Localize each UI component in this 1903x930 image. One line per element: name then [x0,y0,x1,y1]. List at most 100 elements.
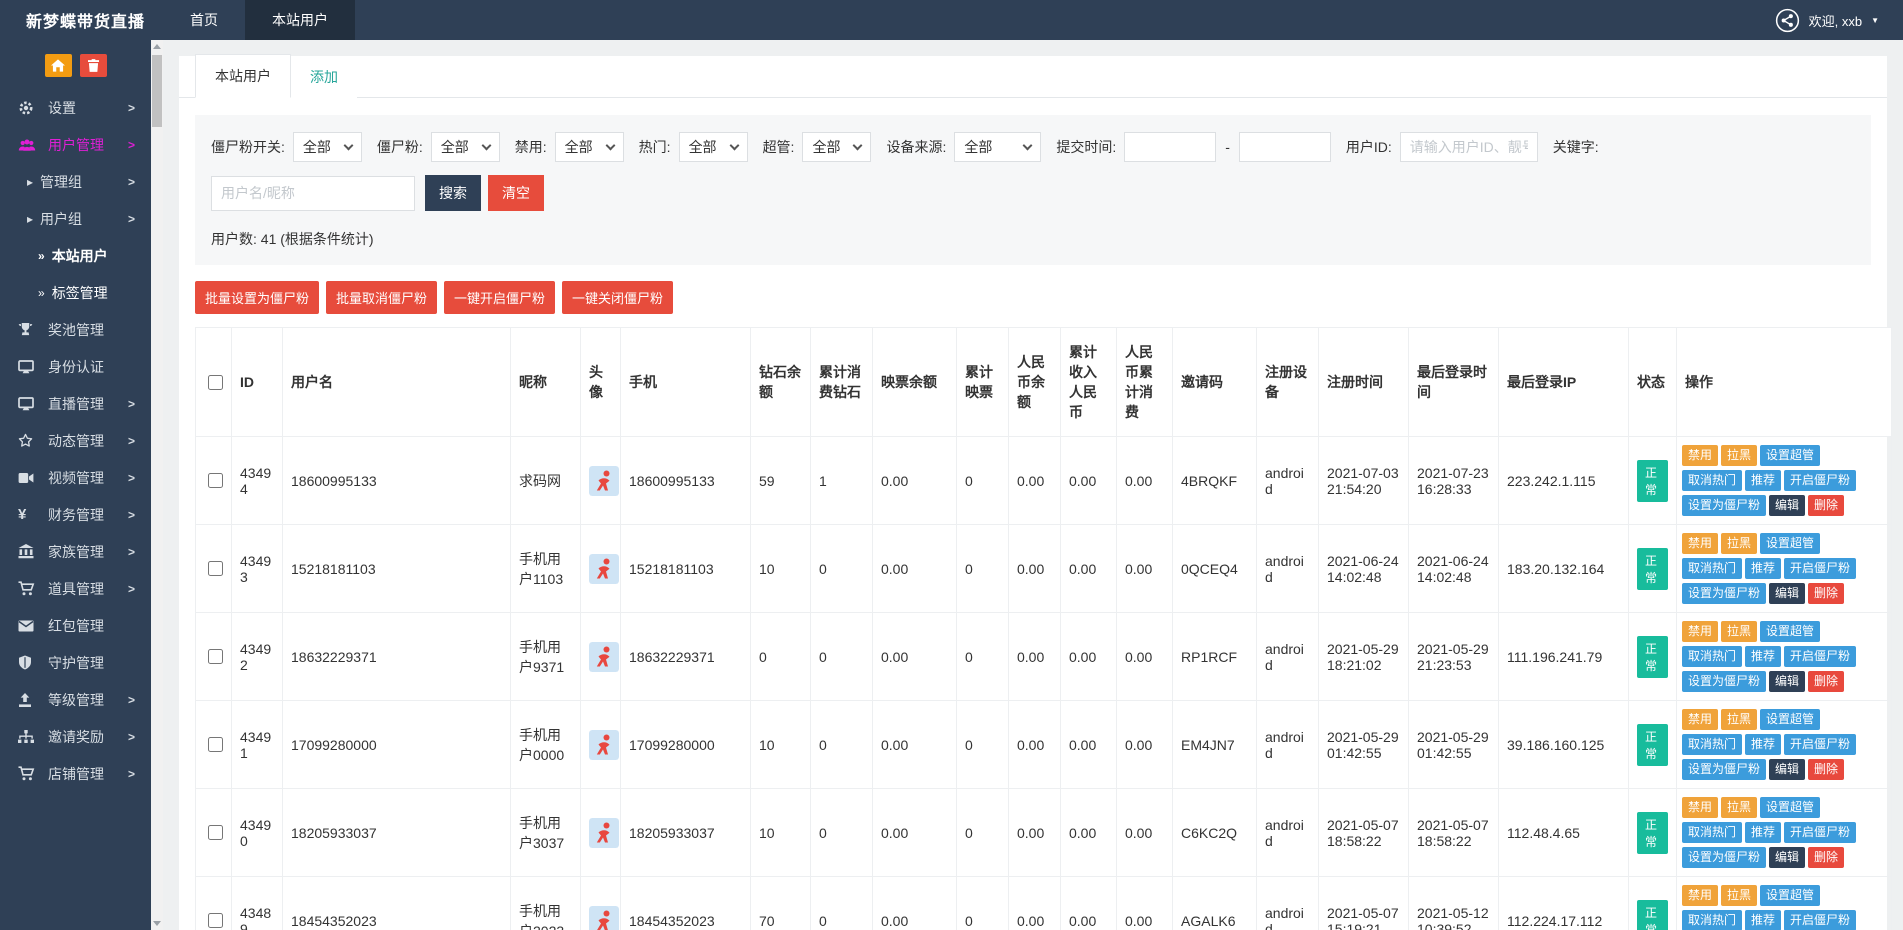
blacklist-button[interactable]: 拉黑 [1721,621,1757,642]
sidebar-item-video-management[interactable]: 视频管理> [0,459,151,496]
set-super-admin-button[interactable]: 设置超管 [1760,885,1820,906]
select-all-checkbox[interactable] [208,375,223,390]
sidebar-item-guardian-management[interactable]: 守护管理 [0,644,151,681]
blacklist-button[interactable]: 拉黑 [1721,885,1757,906]
sidebar-item-identity-verification[interactable]: 身份认证 [0,348,151,385]
cancel-hot-button[interactable]: 取消热门 [1682,822,1742,843]
row-checkbox[interactable] [208,473,223,488]
recommend-button[interactable]: 推荐 [1745,822,1781,843]
recommend-button[interactable]: 推荐 [1745,470,1781,491]
cancel-hot-button[interactable]: 取消热门 [1682,646,1742,667]
recommend-button[interactable]: 推荐 [1745,646,1781,667]
sidebar-item-level-management[interactable]: 等级管理> [0,681,151,718]
delete-button[interactable]: 删除 [1808,671,1844,692]
cancel-hot-button[interactable]: 取消热门 [1682,558,1742,579]
scroll-up-arrow-icon[interactable] [151,40,163,53]
set-zombie-fan-button[interactable]: 设置为僵尸粉 [1682,583,1766,604]
sidebar-item-user-group[interactable]: ▸用户组> [0,200,151,237]
set-zombie-fan-button[interactable]: 设置为僵尸粉 [1682,495,1766,516]
set-super-admin-button[interactable]: 设置超管 [1760,797,1820,818]
edit-button[interactable]: 编辑 [1769,583,1805,604]
blacklist-button[interactable]: 拉黑 [1721,797,1757,818]
delete-button[interactable]: 删除 [1808,847,1844,868]
delete-button[interactable]: 删除 [1808,759,1844,780]
clear-cache-button[interactable] [80,54,107,77]
blacklist-button[interactable]: 拉黑 [1721,533,1757,554]
sidebar-item-finance-management[interactable]: ¥财务管理> [0,496,151,533]
set-super-admin-button[interactable]: 设置超管 [1760,621,1820,642]
device-source-select[interactable]: 全部 [954,132,1041,162]
row-checkbox[interactable] [208,649,223,664]
sidebar-item-shop-management[interactable]: 店铺管理> [0,755,151,792]
sidebar-item-site-users[interactable]: »本站用户 [0,237,151,274]
edit-button[interactable]: 编辑 [1769,495,1805,516]
row-checkbox[interactable] [208,561,223,576]
hot-select[interactable]: 全部 [679,132,748,162]
disable-button[interactable]: 禁用 [1682,797,1718,818]
sidebar-item-invite-reward[interactable]: 邀请奖励> [0,718,151,755]
cancel-hot-button[interactable]: 取消热门 [1682,734,1742,755]
disable-button[interactable]: 禁用 [1682,445,1718,466]
enable-zombie-fan-button[interactable]: 开启僵尸粉 [1784,734,1856,755]
edit-button[interactable]: 编辑 [1769,759,1805,780]
enable-zombie-fan-button[interactable]: 开启僵尸粉 [1784,470,1856,491]
zombie-fan-select[interactable]: 全部 [431,132,500,162]
cancel-hot-button[interactable]: 取消热门 [1682,470,1742,491]
recommend-button[interactable]: 推荐 [1745,734,1781,755]
enable-zombie-fan-button[interactable]: 开启僵尸粉 [1784,910,1856,930]
row-checkbox[interactable] [208,737,223,752]
super-admin-select[interactable]: 全部 [802,132,871,162]
user-menu[interactable]: 欢迎, xxb ▼ [1775,0,1903,40]
set-zombie-fan-button[interactable]: 设置为僵尸粉 [1682,847,1766,868]
submit-time-end-input[interactable] [1239,132,1331,162]
scrollbar-thumb[interactable] [152,55,162,127]
cancel-hot-button[interactable]: 取消热门 [1682,910,1742,930]
delete-button[interactable]: 删除 [1808,495,1844,516]
sidebar-item-family-management[interactable]: 家族管理> [0,533,151,570]
user-id-input[interactable] [1400,132,1538,162]
disable-button[interactable]: 禁用 [1682,621,1718,642]
sidebar-item-settings[interactable]: 设置> [0,89,151,126]
sidebar-item-moment-management[interactable]: 动态管理> [0,422,151,459]
disable-button[interactable]: 禁用 [1682,533,1718,554]
top-nav-home[interactable]: 首页 [163,0,245,40]
sidebar-item-admin-group[interactable]: ▸管理组> [0,163,151,200]
zombie-fan-switch-select[interactable]: 全部 [293,132,362,162]
sidebar-item-user-management[interactable]: 用户管理> [0,126,151,163]
enable-zombie-fan-button[interactable]: 开启僵尸粉 [1784,646,1856,667]
sidebar-item-prop-management[interactable]: 道具管理> [0,570,151,607]
blacklist-button[interactable]: 拉黑 [1721,445,1757,466]
blacklist-button[interactable]: 拉黑 [1721,709,1757,730]
enable-zombie-fan-button[interactable]: 开启僵尸粉 [1784,822,1856,843]
set-super-admin-button[interactable]: 设置超管 [1760,709,1820,730]
tab-site-users[interactable]: 本站用户 [195,54,291,98]
delete-button[interactable]: 删除 [1808,583,1844,604]
row-checkbox[interactable] [208,825,223,840]
disable-button[interactable]: 禁用 [1682,709,1718,730]
row-checkbox[interactable] [208,913,223,928]
submit-time-start-input[interactable] [1124,132,1216,162]
recommend-button[interactable]: 推荐 [1745,910,1781,930]
set-super-admin-button[interactable]: 设置超管 [1760,445,1820,466]
sidebar-item-redpacket-management[interactable]: 红包管理 [0,607,151,644]
sidebar-item-tag-management[interactable]: »标签管理 [0,274,151,311]
sidebar-item-prize-pool[interactable]: 奖池管理 [0,311,151,348]
home-button[interactable] [45,54,72,77]
recommend-button[interactable]: 推荐 [1745,558,1781,579]
search-button[interactable]: 搜索 [425,175,481,211]
enable-zombie-fan-button[interactable]: 开启僵尸粉 [1784,558,1856,579]
batch-set-zombie-fans-button[interactable]: 批量设置为僵尸粉 [195,281,319,314]
clear-button[interactable]: 清空 [488,175,544,211]
disable-all-zombie-fans-button[interactable]: 一键关闭僵尸粉 [562,281,673,314]
set-super-admin-button[interactable]: 设置超管 [1760,533,1820,554]
disable-button[interactable]: 禁用 [1682,885,1718,906]
disabled-select[interactable]: 全部 [555,132,624,162]
edit-button[interactable]: 编辑 [1769,847,1805,868]
batch-cancel-zombie-fans-button[interactable]: 批量取消僵尸粉 [326,281,437,314]
sidebar-item-live-management[interactable]: 直播管理> [0,385,151,422]
enable-all-zombie-fans-button[interactable]: 一键开启僵尸粉 [444,281,555,314]
set-zombie-fan-button[interactable]: 设置为僵尸粉 [1682,759,1766,780]
top-nav-site-users[interactable]: 本站用户 [245,0,355,40]
set-zombie-fan-button[interactable]: 设置为僵尸粉 [1682,671,1766,692]
sidebar-scrollbar[interactable] [151,40,163,930]
